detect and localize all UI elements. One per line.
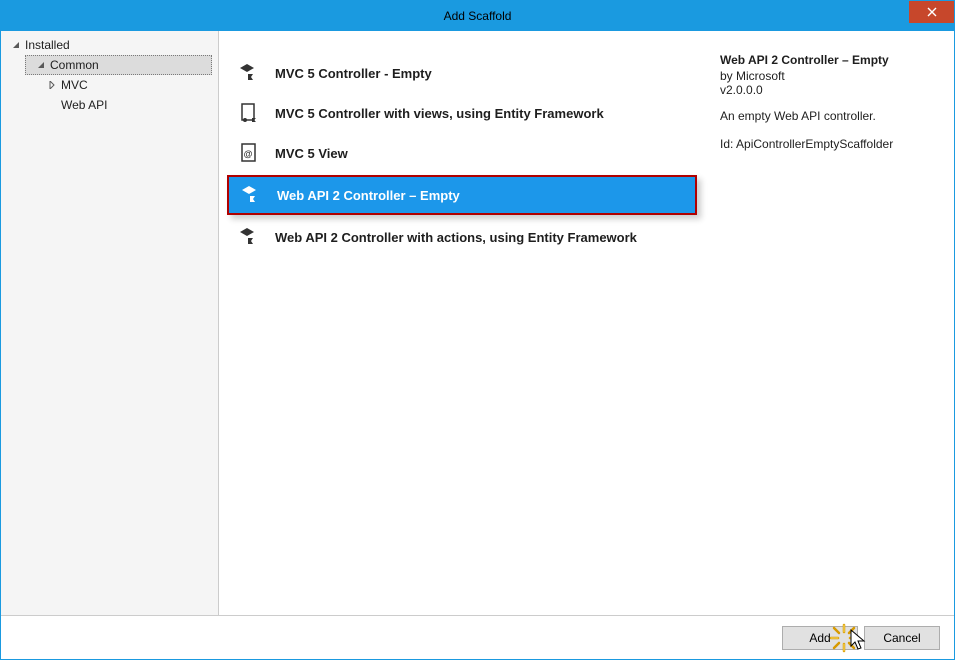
- svg-text:@: @: [244, 149, 253, 159]
- window-title: Add Scaffold: [444, 9, 512, 23]
- tree-grandchildren: MVC Web API: [19, 75, 218, 115]
- add-button[interactable]: Add: [782, 626, 858, 650]
- controller-views-icon: [237, 101, 261, 125]
- footer: Add Cancel: [1, 615, 954, 659]
- tree-item-webapi[interactable]: Web API: [37, 95, 218, 115]
- tree-label: MVC: [61, 78, 88, 92]
- tree-item-installed[interactable]: Installed: [1, 35, 218, 55]
- list-item-label: Web API 2 Controller with actions, using…: [275, 230, 637, 245]
- list-item-label: Web API 2 Controller – Empty: [277, 188, 460, 203]
- tree-item-mvc[interactable]: MVC: [37, 75, 218, 95]
- details-id: Id: ApiControllerEmptyScaffolder: [720, 137, 940, 151]
- close-button[interactable]: [909, 1, 954, 23]
- content-area: Installed Common: [1, 31, 954, 615]
- tree-label: Web API: [61, 98, 107, 112]
- template-list-panel: MVC 5 Controller - Empty MVC 5 Controlle…: [219, 31, 714, 615]
- sidebar: Installed Common: [1, 31, 219, 615]
- template-list: MVC 5 Controller - Empty MVC 5 Controlle…: [227, 53, 697, 257]
- expand-icon: [47, 80, 57, 90]
- button-label: Add: [809, 631, 830, 645]
- titlebar: Add Scaffold: [1, 1, 954, 31]
- collapse-icon: [11, 40, 21, 50]
- details-author: by Microsoft: [720, 69, 940, 83]
- controller-icon: [237, 225, 261, 249]
- tree-children: Common MVC Web API: [1, 55, 218, 115]
- tree: Installed Common: [1, 31, 218, 115]
- collapse-icon: [36, 60, 46, 70]
- controller-icon: [239, 183, 263, 207]
- details-panel: Web API 2 Controller – Empty by Microsof…: [714, 31, 954, 615]
- tree-label: Installed: [25, 38, 70, 52]
- list-item-label: MVC 5 Controller - Empty: [275, 66, 432, 81]
- dialog-body: Installed Common: [1, 31, 954, 659]
- list-item[interactable]: MVC 5 Controller with views, using Entit…: [227, 93, 697, 133]
- list-item-label: MVC 5 View: [275, 146, 348, 161]
- close-icon: [927, 7, 937, 17]
- details-description: An empty Web API controller.: [720, 109, 940, 123]
- controller-icon: [237, 61, 261, 85]
- tree-label: Common: [50, 58, 99, 72]
- details-title: Web API 2 Controller – Empty: [720, 53, 940, 67]
- details-version: v2.0.0.0: [720, 83, 940, 97]
- list-item-label: MVC 5 Controller with views, using Entit…: [275, 106, 604, 121]
- list-item-selected[interactable]: Web API 2 Controller – Empty: [227, 175, 697, 215]
- view-icon: @: [237, 141, 261, 165]
- list-item[interactable]: MVC 5 Controller - Empty: [227, 53, 697, 93]
- list-item[interactable]: Web API 2 Controller with actions, using…: [227, 217, 697, 257]
- list-item[interactable]: @ MVC 5 View: [227, 133, 697, 173]
- tree-item-common[interactable]: Common: [25, 55, 212, 75]
- dialog-window: Add Scaffold Installed: [0, 0, 955, 660]
- cancel-button[interactable]: Cancel: [864, 626, 940, 650]
- button-label: Cancel: [883, 631, 920, 645]
